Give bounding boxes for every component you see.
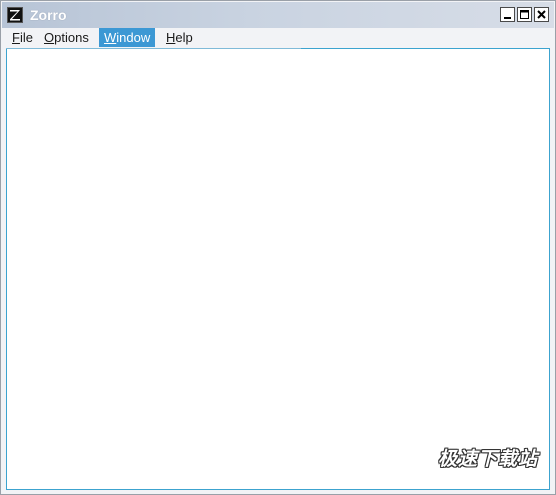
menu-help-label: elp <box>175 30 193 45</box>
menu-file-access-key: F <box>12 30 20 45</box>
menu-file[interactable]: File <box>7 28 38 47</box>
menu-window[interactable]: Window <box>99 28 156 47</box>
client-top-shadow <box>6 48 301 49</box>
menu-bar: File Options Window Help <box>2 28 554 48</box>
menu-options-access-key: O <box>44 30 55 45</box>
maximize-icon[interactable] <box>517 7 532 22</box>
mdi-client-area[interactable] <box>6 48 550 490</box>
menu-file-label: ile <box>19 30 33 45</box>
window-title: Zorro <box>30 7 67 23</box>
menu-window-access-key: W <box>104 30 117 45</box>
minimize-icon[interactable] <box>500 7 515 22</box>
menu-help-access-key: H <box>166 30 176 45</box>
zorro-z-icon[interactable] <box>7 7 23 23</box>
title-bar[interactable]: Zorro <box>2 2 554 28</box>
zorro-window: Zorro File Options Window Help 极速下载站 <box>0 0 556 495</box>
menu-options[interactable]: Options <box>39 28 94 47</box>
close-icon[interactable] <box>534 7 549 22</box>
menu-window-label: indow <box>116 30 151 45</box>
menu-options-label: ptions <box>54 30 89 45</box>
watermark-text: 极速下载站 <box>438 448 539 470</box>
menu-help[interactable]: Help <box>161 28 198 47</box>
